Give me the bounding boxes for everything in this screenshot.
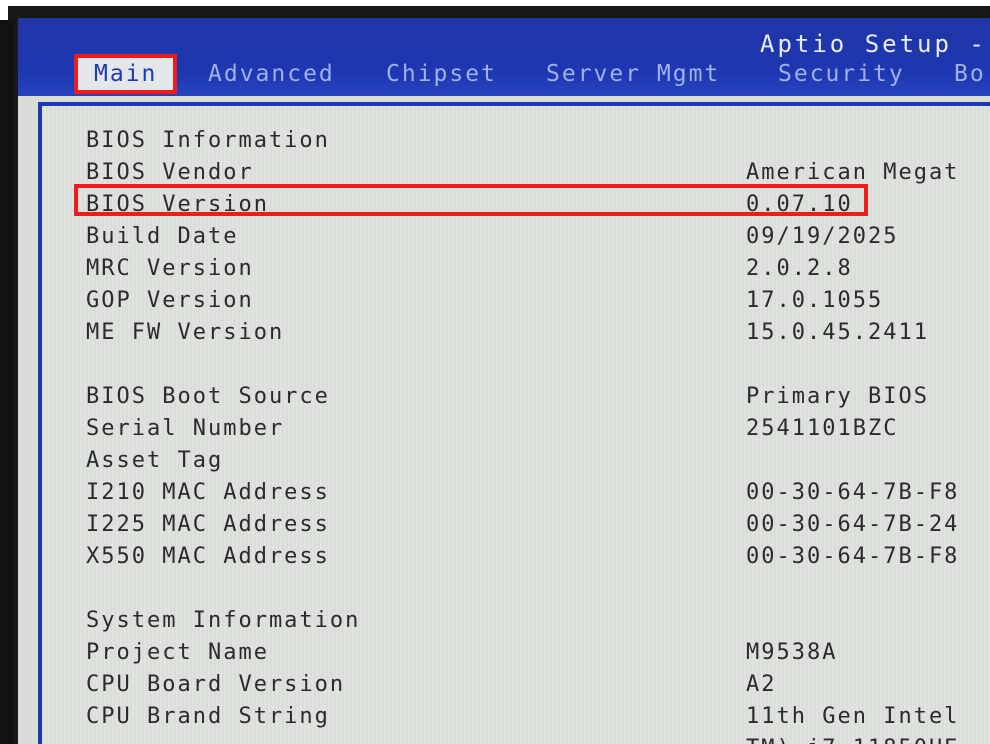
row-label: Project Name	[86, 640, 269, 665]
tab-security[interactable]: Security	[778, 58, 905, 90]
row-value: 00-30-64-7B-F8	[746, 480, 960, 505]
row-value: 2541101BZC	[746, 416, 899, 441]
row-label: MRC Version	[86, 256, 254, 281]
row-label: CPU Brand String	[86, 704, 330, 729]
row-value: TM) i7-11850HE	[746, 736, 959, 744]
bios-header: Aptio Setup - Main Advanced Chipset Serv…	[18, 18, 990, 96]
row-label: Serial Number	[86, 416, 285, 441]
app-title: Aptio Setup -	[760, 30, 987, 58]
row-value: American Megat	[746, 160, 960, 185]
row-label: I210 MAC Address	[86, 480, 330, 505]
row-value: 11th Gen Intel	[746, 704, 960, 729]
row-label: I225 MAC Address	[86, 512, 330, 537]
tab-boot[interactable]: Bo	[954, 58, 986, 90]
row-label: Asset Tag	[86, 448, 224, 473]
tab-main[interactable]: Main	[73, 54, 178, 94]
row-label: ME FW Version	[86, 320, 285, 345]
row-label: Build Date	[86, 224, 239, 249]
row-value: 2.0.2.8	[746, 256, 853, 281]
row-value: 00-30-64-7B-F8	[746, 544, 960, 569]
row-label: X550 MAC Address	[86, 544, 330, 569]
tab-chipset[interactable]: Chipset	[386, 58, 497, 90]
row-value: 09/19/2025	[746, 224, 899, 249]
row-value: Primary BIOS	[746, 384, 929, 409]
monitor-bezel	[0, 0, 14, 744]
row-label: BIOS Vendor	[86, 160, 254, 185]
row-value: A2	[746, 672, 777, 697]
row-value: 15.0.45.2411	[746, 320, 929, 345]
section-heading-label: System Information	[86, 608, 361, 633]
row-label: BIOS Boot Source	[86, 384, 330, 409]
bios-version-highlight	[74, 184, 868, 216]
row-value: 17.0.1055	[746, 288, 884, 313]
row-value: 00-30-64-7B-24	[746, 512, 960, 537]
section-heading-label: BIOS Information	[86, 128, 330, 153]
tab-server-mgmt[interactable]: Server Mgmt	[546, 58, 720, 90]
tab-advanced[interactable]: Advanced	[208, 58, 335, 90]
bios-screen: Aptio Setup - Main Advanced Chipset Serv…	[18, 18, 990, 744]
row-label: CPU Board Version	[86, 672, 346, 697]
row-label: GOP Version	[86, 288, 254, 313]
row-value: M9538A	[746, 640, 838, 665]
